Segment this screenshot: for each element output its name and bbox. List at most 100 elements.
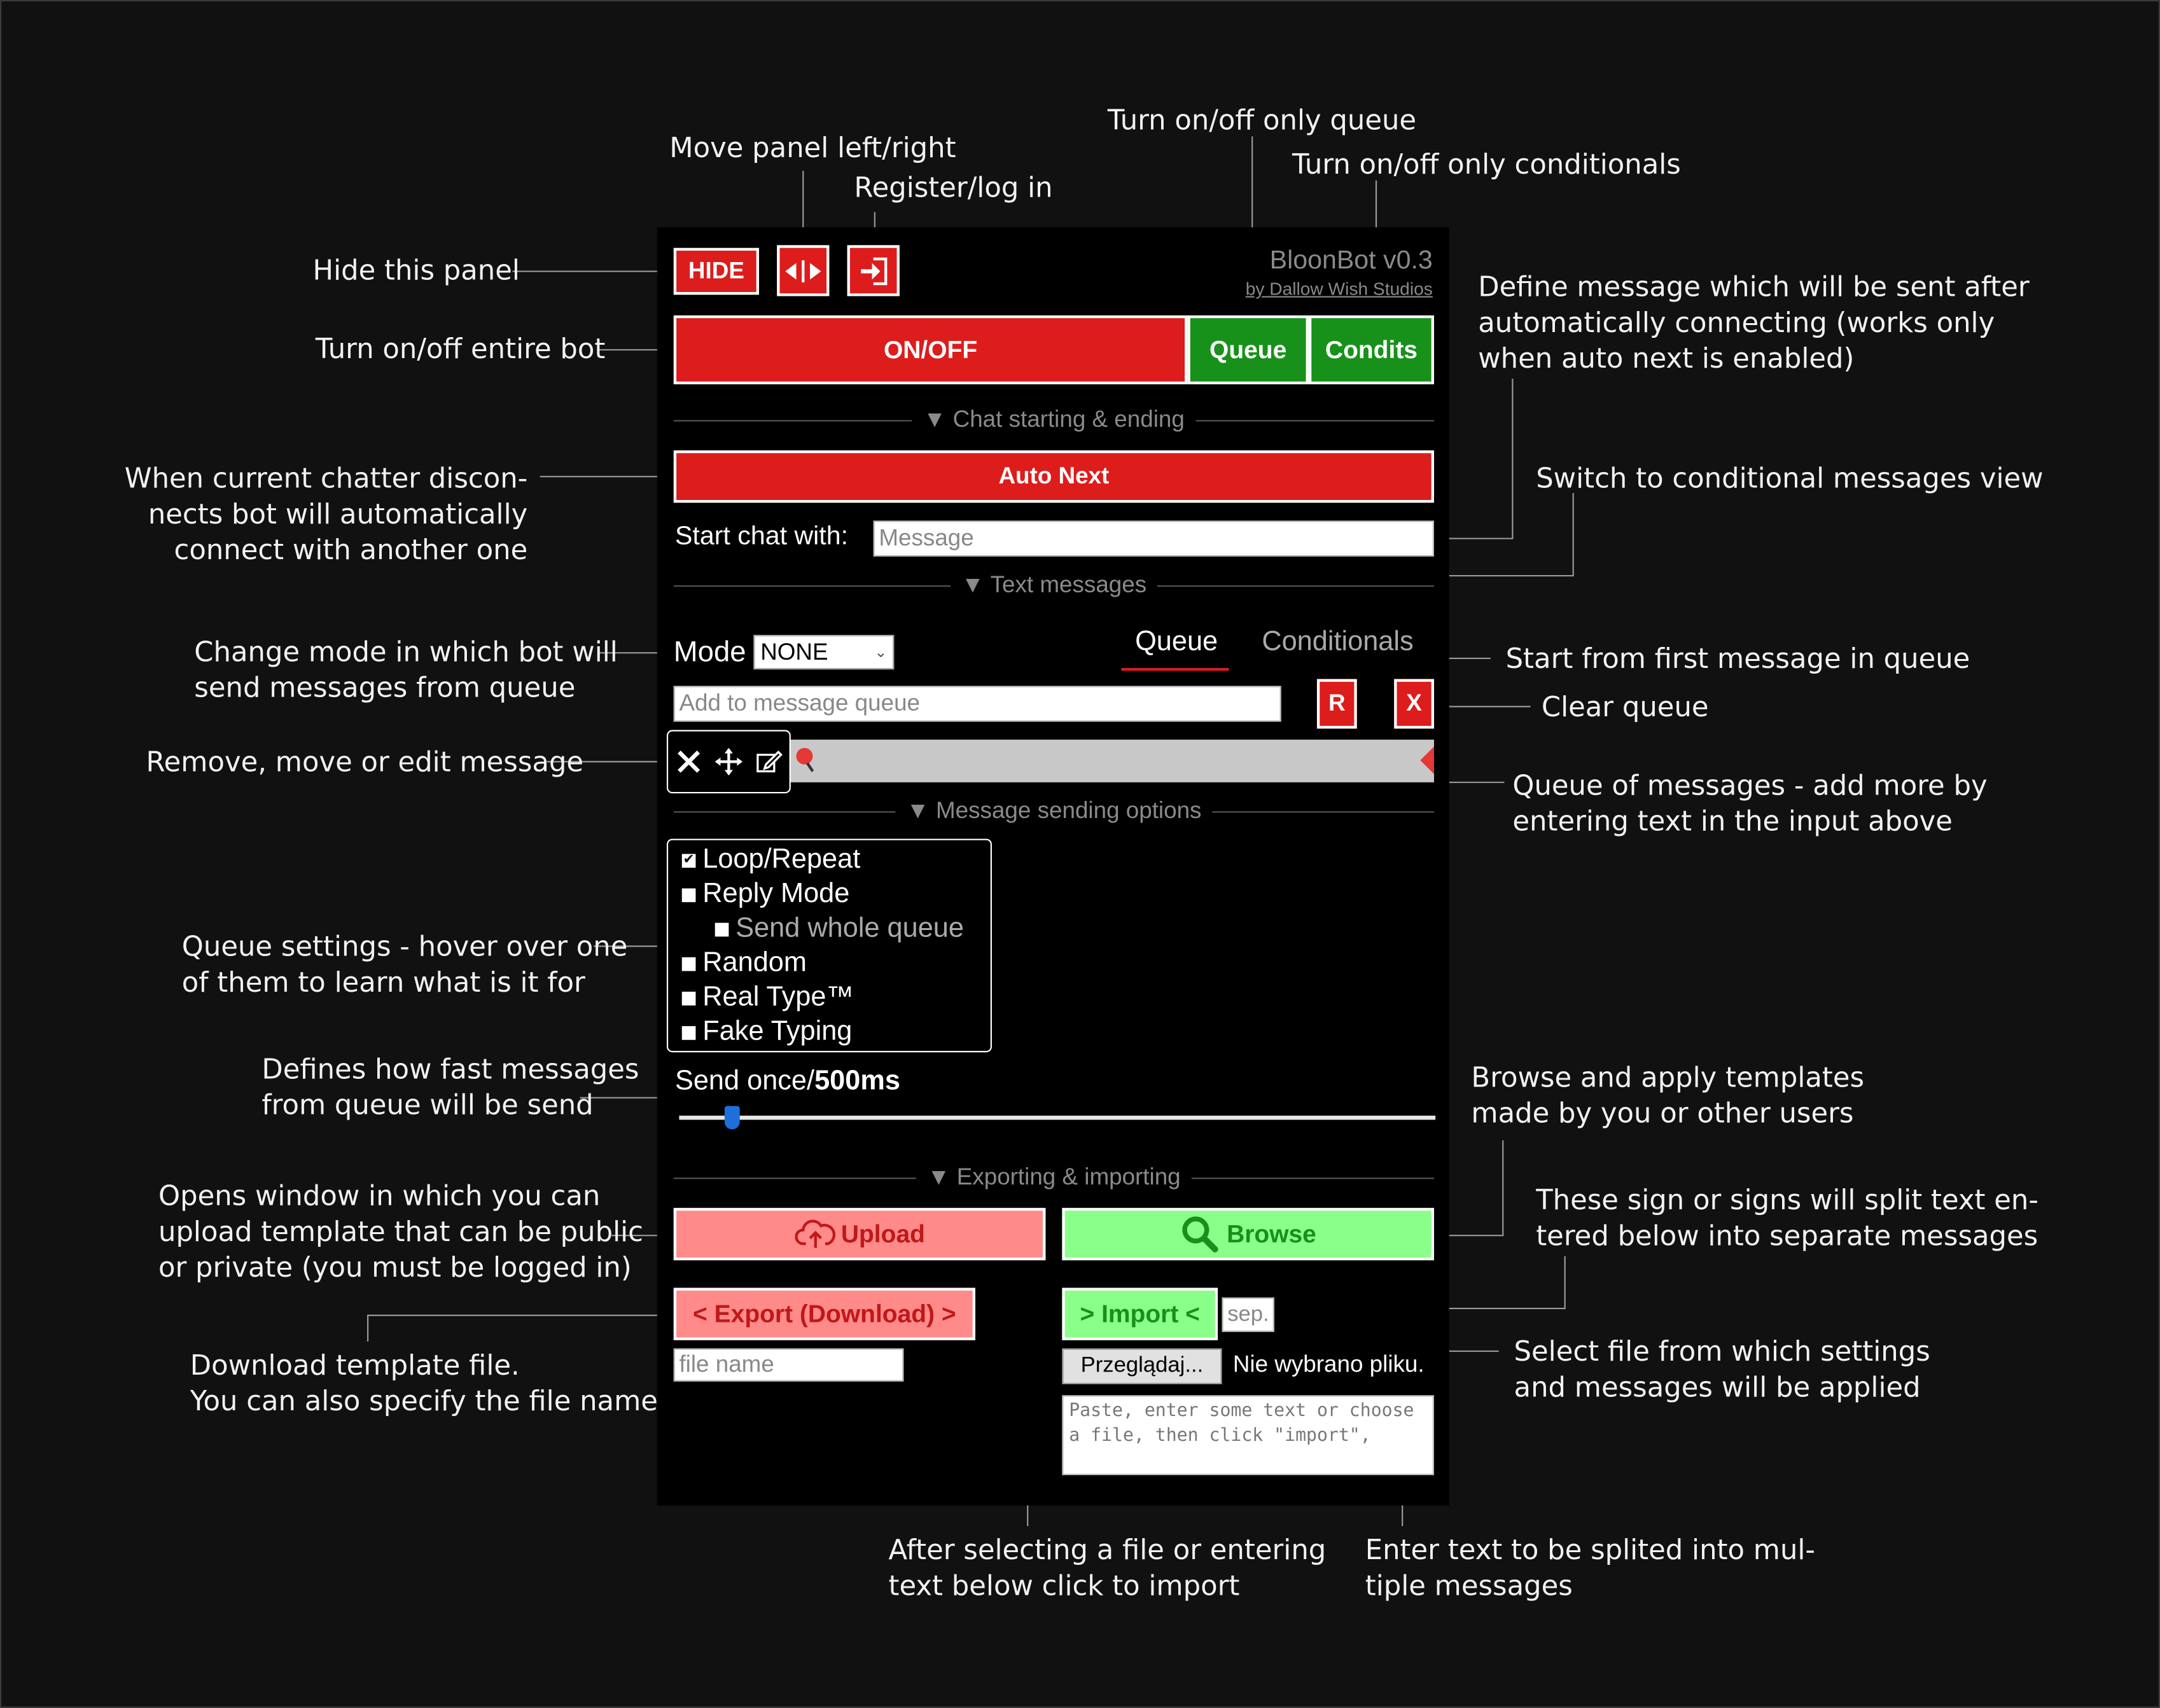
annotation-sign-1: These sign or signs will split text en- [1536, 1183, 2038, 1216]
annotation-mode-2: send messages from queue [194, 670, 576, 704]
section-export-label: Exporting & importing [956, 1163, 1181, 1190]
slider-thumb[interactable] [724, 1106, 740, 1130]
annotation-sign-2: tered below into separate messages [1536, 1219, 2038, 1253]
annotation-download-2: You can also specify the file name [190, 1384, 658, 1417]
annotation-import-1: After selecting a file or entering [888, 1532, 1327, 1566]
login-icon [861, 256, 888, 285]
section-sending-header[interactable]: ▼ Message sending options [673, 797, 1435, 825]
annotation-import-2: text below click to import [888, 1569, 1240, 1602]
option-random[interactable]: Random [681, 946, 991, 980]
queue-toggle-button[interactable]: Queue [1187, 315, 1309, 385]
option-loop-repeat[interactable]: ✔ Loop/Repeat [681, 843, 991, 877]
section-sending-label: Message sending options [936, 797, 1202, 824]
start-chat-input[interactable]: Message [873, 520, 1434, 557]
annotation-queue-of-1: Queue of messages - add more by [1512, 768, 1988, 802]
mode-select-value: NONE [760, 638, 828, 665]
bloonbot-panel: HIDE BloonBot v0.3 by Dallow Wish Studio… [657, 227, 1449, 1506]
send-interval-value: 500ms [814, 1066, 900, 1097]
browse-label: Browse [1227, 1219, 1316, 1247]
annotation-download-1: Download template file. [190, 1348, 520, 1382]
tab-queue-underline [1121, 668, 1229, 671]
annotation-clear-queue: Clear queue [1541, 690, 1709, 723]
file-browse-button[interactable]: Przeglądaj... [1062, 1348, 1222, 1385]
annotation-enter-1: Enter text to be splited into mul- [1365, 1532, 1816, 1566]
browse-button[interactable]: Browse [1062, 1207, 1434, 1261]
annotation-settings-1: Queue settings - hover over one [181, 929, 628, 963]
reset-queue-button[interactable]: R [1316, 679, 1357, 729]
search-icon [1183, 1216, 1219, 1253]
triangle-down-icon: ▼ [923, 406, 953, 433]
triangle-down-icon: ▼ [961, 571, 991, 598]
auto-next-button[interactable]: Auto Next [673, 450, 1434, 503]
annotation-define-3: when auto next is enabled) [1478, 341, 1855, 375]
file-status: Nie wybrano pliku. [1232, 1351, 1425, 1378]
annotation-start-first: Start from first message in queue [1505, 641, 1970, 675]
import-button[interactable]: > Import < [1062, 1288, 1218, 1340]
section-chat-header[interactable]: ▼ Chat starting & ending [673, 406, 1434, 434]
upload-button[interactable]: Upload [673, 1207, 1046, 1261]
queue-settings-box: ✔ Loop/Repeat Reply Mode Send whole queue… [666, 838, 992, 1053]
annotation-mode-1: Change mode in which bot will [194, 635, 618, 669]
move-icon[interactable] [714, 747, 743, 776]
onoff-button[interactable]: ON/OFF [673, 315, 1188, 385]
section-text-header[interactable]: ▼ Text messages [673, 571, 1435, 599]
annotation-autonext-2: nects bot will automatically [148, 497, 528, 531]
checkbox-icon [681, 1025, 696, 1039]
annotation-condits-toggle: Turn on/off only conditionals [1292, 147, 1681, 181]
author-link[interactable]: by Dallow Wish Studios [1246, 278, 1433, 298]
checkbox-icon [681, 956, 696, 971]
import-textarea[interactable]: Paste, enter some text or choose a file,… [1062, 1395, 1434, 1475]
section-chat-label: Chat starting & ending [952, 406, 1185, 433]
export-download-button[interactable]: < Export (Download) > [673, 1288, 975, 1340]
annotation-queue-toggle: Turn on/off only queue [1107, 103, 1417, 137]
annotation-speed-2: from queue will be send [261, 1088, 594, 1121]
send-prefix: Send once/ [674, 1066, 815, 1097]
checkbox-icon [714, 922, 729, 936]
annotation-queue-of-2: entering text in the input above [1512, 804, 1953, 838]
queue-input[interactable]: Add to message queue [673, 686, 1281, 722]
hide-button[interactable]: HIDE [673, 247, 760, 295]
edit-icon[interactable] [755, 748, 783, 775]
annotation-autonext-1: When current chatter discon- [124, 461, 528, 495]
annotation-define-1: Define message which will be sent after [1478, 270, 2030, 303]
separator-input[interactable]: sep. [1222, 1297, 1274, 1332]
send-speed-slider[interactable] [679, 1106, 1436, 1130]
annotation-speed-1: Defines how fast messages [261, 1052, 639, 1086]
option-reply-mode[interactable]: Reply Mode [681, 877, 991, 912]
annotation-onoff: Turn on/off entire bot [315, 331, 606, 365]
option-label: Fake Typing [702, 1016, 853, 1047]
annotation-upload-3: or private (you must be logged in) [158, 1251, 632, 1284]
app-name: BloonBot v0.3 [1269, 246, 1433, 276]
annotation-browse-2: made by you or other users [1471, 1096, 1854, 1130]
triangle-down-icon: ▼ [906, 797, 937, 824]
section-export-header[interactable]: ▼ Exporting & importing [673, 1163, 1434, 1191]
close-icon[interactable] [674, 748, 702, 775]
mode-select[interactable]: NONE ⌄ [753, 635, 895, 670]
tab-queue[interactable]: Queue [1135, 627, 1218, 658]
clear-queue-button[interactable]: X [1394, 679, 1434, 729]
cloud-upload-icon [794, 1219, 835, 1248]
annotation-register: Register/log in [854, 170, 1053, 204]
option-label: Random [702, 947, 807, 978]
queue-position-marker [1420, 746, 1434, 774]
move-left-right-icon [785, 260, 821, 282]
annotation-browse-1: Browse and apply templates [1471, 1060, 1865, 1094]
pin-icon [795, 747, 817, 780]
move-panel-button[interactable] [777, 245, 830, 296]
annotation-upload-1: Opens window in which you can [158, 1179, 601, 1212]
option-real-type[interactable]: Real Type™ [681, 981, 991, 1015]
checkbox-icon [681, 990, 696, 1005]
annotation-autonext-3: connect with another one [174, 532, 528, 566]
checkbox-checked-icon: ✔ [681, 852, 696, 867]
option-label: Loop/Repeat [702, 844, 861, 875]
filename-input[interactable]: file name [673, 1348, 904, 1382]
condits-toggle-button[interactable]: Condits [1308, 315, 1434, 385]
option-send-whole-queue[interactable]: Send whole queue [682, 912, 991, 946]
annotation-define-2: automatically connecting (works only [1478, 305, 1995, 339]
option-fake-typing[interactable]: Fake Typing [681, 1015, 991, 1050]
tab-conditionals[interactable]: Conditionals [1262, 627, 1413, 658]
register-login-button[interactable] [847, 245, 900, 296]
option-label: Real Type™ [702, 982, 854, 1013]
annotation-move: Move panel left/right [669, 130, 956, 164]
option-label: Send whole queue [735, 913, 964, 944]
